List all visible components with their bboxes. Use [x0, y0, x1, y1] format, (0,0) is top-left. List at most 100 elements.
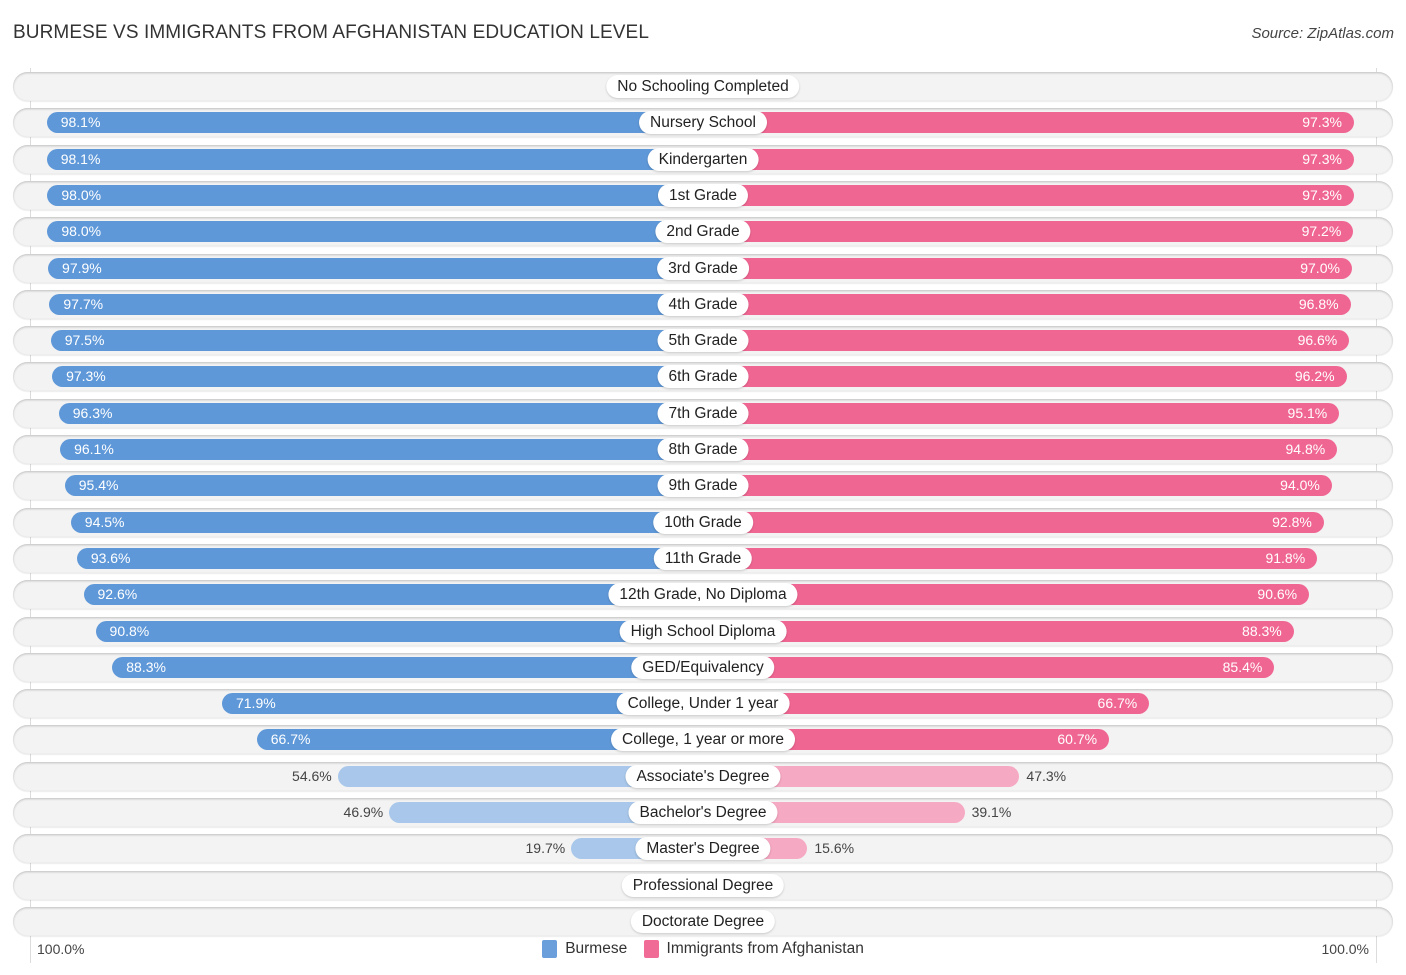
legend-label-afghanistan: Immigrants from Afghanistan: [666, 940, 864, 957]
value-label-afghanistan: 92.8%: [1272, 513, 1312, 530]
bar-burmese[interactable]: [47, 184, 703, 206]
bar-afghanistan[interactable]: [703, 184, 1354, 206]
category-label: 7th Grade: [657, 401, 749, 425]
value-label-afghanistan: 66.7%: [1097, 695, 1138, 712]
bar-burmese[interactable]: [58, 402, 703, 424]
category-label: 6th Grade: [657, 365, 749, 389]
category-label: GED/Equivalency: [631, 655, 775, 679]
value-label-burmese: 71.9%: [235, 695, 276, 712]
value-label-afghanistan: 85.4%: [1222, 658, 1263, 675]
category-label: 2nd Grade: [655, 220, 751, 244]
value-label-burmese: 97.5%: [64, 332, 105, 349]
value-label-afghanistan: 97.2%: [1301, 223, 1342, 240]
bar-afghanistan[interactable]: [703, 148, 1354, 170]
value-label-afghanistan: 91.8%: [1265, 549, 1306, 566]
category-label: 12th Grade, No Diploma: [608, 583, 798, 607]
category-label: Professional Degree: [621, 873, 785, 897]
category-label: College, 1 year or more: [611, 728, 795, 752]
value-label-burmese: 98.0%: [61, 186, 102, 203]
value-label-burmese: 98.1%: [60, 114, 101, 131]
legend-item-afghanistan[interactable]: Immigrants from Afghanistan: [643, 940, 864, 958]
category-label: 11th Grade: [653, 546, 753, 570]
category-label: High School Diploma: [619, 619, 787, 643]
value-label-afghanistan: 94.8%: [1285, 441, 1326, 457]
bar-afghanistan[interactable]: [703, 656, 1275, 678]
value-label-burmese: 90.8%: [109, 622, 150, 639]
category-label: 9th Grade: [657, 474, 749, 498]
category-label: Master's Degree: [635, 837, 771, 861]
bar-afghanistan[interactable]: [703, 221, 1354, 243]
bar-burmese[interactable]: [64, 475, 703, 497]
category-label: 1st Grade: [657, 183, 749, 207]
bar-afghanistan[interactable]: [703, 547, 1318, 569]
category-label: 3rd Grade: [657, 256, 749, 280]
legend-swatch-burmese: [542, 940, 558, 958]
bar-burmese[interactable]: [46, 112, 703, 134]
value-label-burmese: 54.6%: [292, 767, 332, 784]
value-label-afghanistan: 90.6%: [1257, 586, 1298, 603]
value-label-burmese: 98.0%: [61, 223, 102, 240]
value-label-afghanistan: 47.3%: [1026, 767, 1067, 784]
category-label: 5th Grade: [657, 329, 749, 353]
category-label: College, Under 1 year: [616, 692, 790, 716]
value-label-burmese: 93.6%: [90, 549, 131, 566]
value-label-afghanistan: 97.0%: [1300, 259, 1340, 276]
value-label-burmese: 97.9%: [62, 259, 102, 276]
bar-burmese[interactable]: [50, 330, 703, 352]
value-label-afghanistan: 96.6%: [1297, 332, 1338, 349]
bar-burmese[interactable]: [112, 656, 703, 678]
value-label-burmese: 98.1%: [60, 150, 101, 167]
bar-afghanistan[interactable]: [703, 112, 1354, 134]
bar-afghanistan[interactable]: [703, 366, 1347, 388]
bar-afghanistan[interactable]: [703, 439, 1338, 460]
legend-item-burmese[interactable]: Burmese: [542, 940, 627, 958]
category-label: 8th Grade: [657, 438, 749, 461]
value-label-burmese: 66.7%: [270, 731, 311, 748]
value-label-burmese: 46.9%: [343, 804, 384, 820]
value-label-afghanistan: 88.3%: [1242, 622, 1282, 639]
category-label: Associate's Degree: [625, 764, 781, 788]
bar-burmese[interactable]: [49, 293, 703, 315]
bar-afghanistan[interactable]: [703, 293, 1351, 315]
bar-burmese[interactable]: [95, 620, 703, 642]
value-label-burmese: 97.3%: [66, 368, 106, 385]
value-label-afghanistan: 97.3%: [1302, 150, 1342, 167]
value-label-afghanistan: 97.3%: [1302, 114, 1342, 131]
legend-swatch-afghanistan: [643, 940, 659, 958]
bar-afghanistan[interactable]: [703, 475, 1332, 497]
category-label: Kindergarten: [647, 147, 759, 171]
category-label: Nursery School: [639, 111, 767, 135]
category-label: 10th Grade: [653, 510, 753, 534]
category-label: Bachelor's Degree: [628, 801, 778, 824]
bar-afghanistan[interactable]: [703, 511, 1324, 533]
bar-burmese[interactable]: [60, 439, 703, 460]
category-label: No Schooling Completed: [606, 75, 800, 98]
value-label-burmese: 97.7%: [63, 295, 104, 312]
legend: Burmese Immigrants from Afghanistan: [0, 940, 1406, 963]
bar-burmese[interactable]: [70, 511, 703, 533]
bar-burmese[interactable]: [47, 221, 703, 243]
value-label-afghanistan: 15.6%: [814, 840, 855, 857]
value-label-afghanistan: 39.1%: [971, 804, 1012, 820]
bar-afghanistan[interactable]: [703, 330, 1350, 352]
value-label-burmese: 94.5%: [84, 513, 125, 530]
bar-burmese[interactable]: [76, 547, 703, 569]
value-label-burmese: 96.3%: [72, 404, 113, 421]
chart-area: 1.9%2.7%No Schooling Completed98.1%97.3%…: [0, 0, 1406, 975]
value-label-burmese: 96.1%: [74, 441, 114, 457]
bar-afghanistan[interactable]: [703, 402, 1340, 424]
bar-burmese[interactable]: [46, 148, 703, 170]
bar-burmese[interactable]: [52, 366, 703, 388]
value-label-afghanistan: 94.0%: [1280, 477, 1320, 494]
category-label: 4th Grade: [657, 292, 749, 316]
bar-afghanistan[interactable]: [703, 620, 1294, 642]
category-label: Doctorate Degree: [630, 909, 776, 933]
value-label-burmese: 88.3%: [126, 658, 166, 675]
bar-burmese[interactable]: [48, 257, 703, 279]
value-label-burmese: 19.7%: [525, 840, 566, 857]
value-label-burmese: 92.6%: [97, 586, 138, 603]
bar-afghanistan[interactable]: [703, 257, 1352, 279]
value-label-afghanistan: 60.7%: [1057, 731, 1098, 748]
value-label-afghanistan: 96.2%: [1294, 368, 1335, 385]
legend-label-burmese: Burmese: [565, 940, 628, 957]
